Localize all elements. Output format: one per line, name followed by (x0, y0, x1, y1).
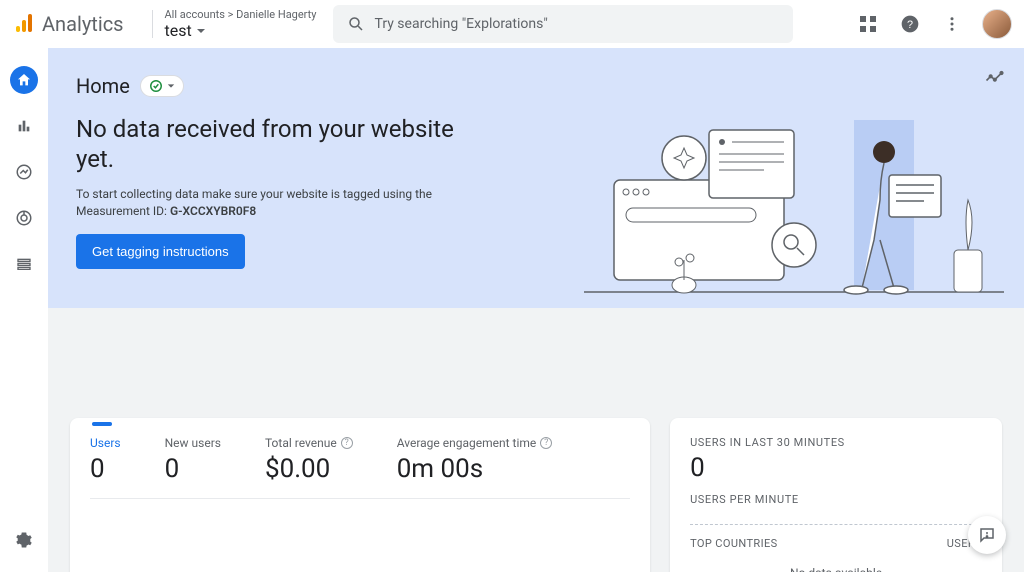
metric-value: $0.00 (265, 454, 353, 484)
tagging-instructions-button[interactable]: Get tagging instructions (76, 234, 245, 269)
overview-metrics-card: Users 0 New users 0 Total revenue? $0.00… (70, 418, 650, 572)
nav-configure[interactable] (10, 250, 38, 278)
top-countries-header: TOP COUNTRIES (690, 537, 778, 550)
property-name: test (165, 21, 192, 40)
caret-down-icon (196, 26, 206, 36)
check-icon (149, 79, 163, 93)
metric-value: 0 (165, 454, 221, 484)
metric-label: Users (90, 436, 121, 450)
metric-value: 0 (90, 454, 121, 484)
metric-total-revenue[interactable]: Total revenue? $0.00 (265, 436, 353, 484)
realtime-value: 0 (690, 453, 982, 483)
metric-engagement-time[interactable]: Average engagement time? 0m 00s (397, 436, 553, 484)
feedback-button[interactable] (968, 516, 1006, 554)
search-placeholder: Try searching "Explorations" (375, 16, 548, 32)
no-data-message: No data available (690, 566, 982, 572)
apps-icon[interactable] (856, 12, 880, 36)
realtime-title: USERS IN LAST 30 MINUTES (690, 436, 982, 449)
svg-text:?: ? (907, 19, 913, 31)
realtime-subtitle: USERS PER MINUTE (690, 493, 982, 506)
nav-reports[interactable] (10, 112, 38, 140)
metric-label: Average engagement time? (397, 436, 553, 450)
metric-label: New users (165, 436, 221, 450)
nav-home[interactable] (10, 66, 38, 94)
search-icon (347, 15, 365, 33)
metric-value: 0m 00s (397, 454, 553, 484)
header-actions: ? (856, 9, 1012, 39)
product-name: Analytics (42, 12, 124, 36)
search-input[interactable]: Try searching "Explorations" (333, 5, 793, 43)
insights-icon[interactable] (984, 68, 1004, 88)
active-tab-indicator (92, 422, 112, 426)
metric-users[interactable]: Users 0 (90, 436, 121, 484)
analytics-logo-icon (12, 12, 36, 36)
measurement-id: G-XCCXYBR0F8 (170, 204, 256, 218)
top-bar: Analytics All accounts > Danielle Hagert… (0, 0, 1024, 48)
breadcrumb-path: All accounts > Danielle Hagerty (165, 8, 317, 21)
hero-headline: No data received from your website yet. (76, 114, 476, 174)
property-selector[interactable]: All accounts > Danielle Hagerty test (165, 8, 317, 40)
left-rail (0, 48, 48, 572)
nav-explore[interactable] (10, 158, 38, 186)
sparkline-placeholder (690, 524, 982, 525)
hero-subtext: To start collecting data make sure your … (76, 186, 436, 220)
caret-down-icon (167, 82, 175, 90)
info-icon[interactable]: ? (341, 437, 353, 449)
realtime-card: USERS IN LAST 30 MINUTES 0 USERS PER MIN… (670, 418, 1002, 572)
more-vert-icon[interactable] (940, 12, 964, 36)
metric-new-users[interactable]: New users 0 (165, 436, 221, 484)
main-content: Home No data received from your website … (48, 48, 1024, 572)
status-chip[interactable] (140, 75, 184, 97)
nav-advertising[interactable] (10, 204, 38, 232)
divider (90, 498, 630, 499)
help-icon[interactable]: ? (898, 12, 922, 36)
divider (152, 10, 153, 38)
hero-banner: Home No data received from your website … (48, 48, 1024, 308)
page-title: Home (76, 74, 130, 98)
metric-label: Total revenue? (265, 436, 353, 450)
avatar[interactable] (982, 9, 1012, 39)
logo[interactable]: Analytics (12, 12, 124, 36)
info-icon[interactable]: ? (540, 437, 552, 449)
hero-illustration (584, 120, 1004, 310)
nav-admin[interactable] (10, 526, 38, 554)
